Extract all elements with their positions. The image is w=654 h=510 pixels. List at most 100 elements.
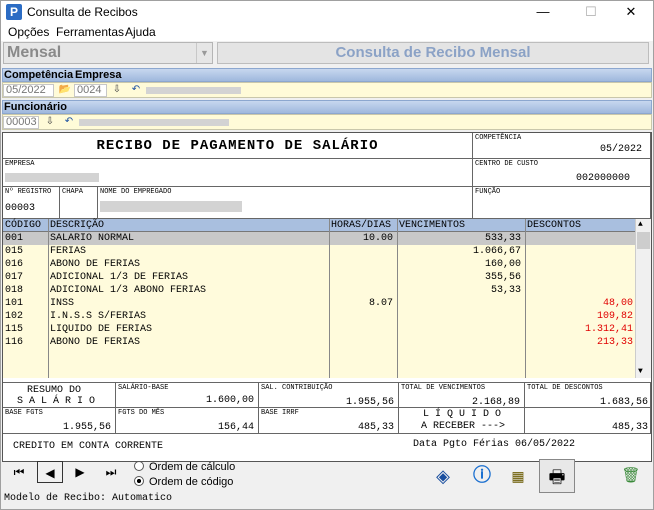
maximize-button[interactable]: ☐ — [569, 1, 613, 23]
table-scrollbar[interactable]: ▲ ▼ — [635, 219, 651, 378]
radio-on-icon[interactable] — [134, 476, 144, 486]
row-descricao: ADICIONAL 1/3 DE FERIAS — [50, 272, 189, 283]
undo-icon[interactable]: ↶ — [128, 83, 144, 97]
row-descricao: SALARIO NORMAL — [50, 233, 135, 244]
table-row[interactable]: 116 ABONO DE FERIAS 213,33 — [3, 336, 635, 349]
fgts-mes-cell: FGTS DO MÊS 156,44 — [116, 408, 259, 434]
resumo-label-1: RESUMO DO — [27, 385, 82, 396]
menu-ferramentas[interactable]: Ferramentas — [56, 25, 124, 39]
row-descricao: I.N.S.S S/FERIAS — [50, 311, 147, 322]
row-vencimento: 53,33 — [490, 285, 521, 296]
trash-icon[interactable]: 🗑 — [613, 459, 649, 493]
items-table-body: 001 SALARIO NORMAL 10.00 533,33 015 FERIAS 1.0… — [3, 232, 635, 378]
registro-value: 00003 — [5, 203, 36, 214]
empresa-field[interactable]: 0024 — [74, 84, 107, 97]
next-record-button[interactable]: ▶ — [69, 461, 91, 483]
credito-text: CREDITO EM CONTA CORRENTE — [13, 441, 164, 452]
close-button[interactable]: ✕ — [609, 1, 653, 23]
funcionario-field[interactable]: 00003 — [3, 116, 39, 129]
empresa-cell: EMPRESA — [3, 159, 473, 187]
table-row[interactable]: 001 SALARIO NORMAL 10.00 533,33 — [3, 232, 635, 245]
scroll-down-icon[interactable]: ▼ — [638, 367, 643, 376]
folder-open-icon[interactable]: 📂 — [56, 83, 74, 97]
scroll-thumb[interactable] — [637, 232, 650, 249]
col-codigo: CÓDIGO — [5, 220, 42, 231]
previous-record-button[interactable]: ◀ — [37, 461, 63, 483]
col-descontos: DESCONTOS — [527, 220, 582, 231]
sal-contrib-value: 1.955,56 — [345, 397, 394, 408]
table-row[interactable]: 015 FERIAS 1.066,67 — [3, 245, 635, 258]
row-desconto: 1.312,41 — [584, 324, 633, 335]
competencia-row: 05/2022 📂 0024 ⇩ ↶ — [2, 82, 652, 98]
centro-custo-value: 002000000 — [575, 173, 630, 184]
empresa-cell-label: EMPRESA — [5, 160, 35, 168]
funcionario-header: Funcionário — [2, 100, 652, 114]
resumo-label-2: S A L Á R I O — [17, 396, 96, 407]
centro-custo-cell: CENTRO DE CUSTO 002000000 — [473, 159, 651, 187]
app-window: P Consulta de Recibos — ☐ ✕ Opções Ferra… — [0, 0, 654, 510]
scroll-up-icon[interactable]: ▲ — [638, 220, 643, 229]
period-select[interactable]: Mensal ▼ — [3, 42, 213, 64]
total-venc-value: 2.168,89 — [471, 397, 520, 408]
radio-off-icon[interactable] — [134, 461, 144, 471]
status-bar: Modelo de Recibo: Automatico — [4, 493, 173, 504]
competencia-cell-label: COMPETÊNCIA — [475, 134, 522, 142]
empresa-name-redacted — [146, 87, 241, 94]
radio-ordem-calculo-label: Ordem de cálculo — [149, 461, 236, 473]
menu-opcoes[interactable]: Opções — [8, 25, 49, 39]
row-descricao: LIQUIDO DE FERIAS — [50, 324, 153, 335]
diamond-nav-icon[interactable]: ◈ — [425, 459, 461, 493]
funcionario-label: Funcionário — [4, 101, 67, 113]
window-title: Consulta de Recibos — [27, 5, 138, 19]
row-codigo: 018 — [5, 285, 24, 296]
row-desconto: 213,33 — [596, 337, 633, 348]
radio-ordem-calculo[interactable]: Ordem de cálculo — [134, 461, 235, 473]
col-divider — [397, 219, 398, 378]
table-row[interactable]: 018 ADICIONAL 1/3 ABONO FERIAS 53,33 — [3, 284, 635, 297]
total-desc-label: TOTAL DE DESCONTOS — [527, 384, 603, 392]
radio-ordem-codigo[interactable]: Ordem de código — [134, 476, 233, 488]
table-row[interactable]: 115 LIQUIDO DE FERIAS 1.312,41 — [3, 323, 635, 336]
liquido-label-cell: L Í Q U I D O A RECEBER ---> — [399, 408, 525, 434]
table-row[interactable]: 102 I.N.S.S S/FERIAS 109,82 — [3, 310, 635, 323]
calculator-icon[interactable]: ▦ — [500, 459, 536, 493]
centro-custo-label: CENTRO DE CUSTO — [475, 160, 539, 168]
base-fgts-label: BASE FGTS — [5, 409, 43, 417]
printer-icon[interactable]: 🖶 — [539, 459, 575, 493]
app-icon: P — [6, 4, 22, 20]
download-icon[interactable]: ⇩ — [42, 115, 58, 129]
col-divider — [48, 219, 49, 378]
table-row[interactable]: 017 ADICIONAL 1/3 DE FERIAS 355,56 — [3, 271, 635, 284]
competencia-field[interactable]: 05/2022 — [3, 84, 54, 97]
row-horas: 10.00 — [362, 233, 393, 244]
nome-label: NOME DO EMPREGADO — [100, 188, 172, 196]
chevron-down-icon[interactable]: ▼ — [196, 43, 212, 63]
minimize-button[interactable]: — — [521, 1, 565, 23]
title-bar: P Consulta de Recibos — ☐ ✕ — [1, 1, 653, 23]
row-desconto: 109,82 — [596, 311, 633, 322]
table-row[interactable]: 016 ABONO DE FERIAS 160,00 — [3, 258, 635, 271]
row-vencimento: 355,56 — [484, 272, 521, 283]
radio-ordem-codigo-label: Ordem de código — [149, 476, 234, 488]
table-row[interactable]: 101 INSS 8.07 48,00 — [3, 297, 635, 310]
row-codigo: 001 — [5, 233, 24, 244]
menu-bar: Opções Ferramentas Ajuda — [1, 23, 653, 41]
fgts-mes-label: FGTS DO MÊS — [118, 409, 165, 417]
col-divider — [525, 219, 526, 378]
menu-ajuda[interactable]: Ajuda — [125, 25, 156, 39]
row-codigo: 115 — [5, 324, 24, 335]
first-record-button[interactable]: ⏮ — [8, 461, 30, 483]
resumo-cell: RESUMO DO S A L Á R I O — [3, 382, 116, 408]
row-horas: 8.07 — [368, 298, 393, 309]
last-record-button[interactable]: ⏭ — [100, 461, 122, 483]
chapa-cell: CHAPA — [60, 187, 98, 219]
competencia-cell-value: 05/2022 — [599, 144, 642, 155]
undo-icon[interactable]: ↶ — [61, 115, 77, 129]
info-icon[interactable]: ⓘ — [464, 459, 500, 493]
competencia-header: Competência Empresa — [2, 68, 652, 82]
liquido-value: 485,33 — [611, 422, 648, 433]
funcao-cell: FUNÇÃO — [473, 187, 651, 219]
download-icon[interactable]: ⇩ — [109, 83, 125, 97]
base-irrf-label: BASE IRRF — [261, 409, 299, 417]
row-codigo: 116 — [5, 337, 24, 348]
